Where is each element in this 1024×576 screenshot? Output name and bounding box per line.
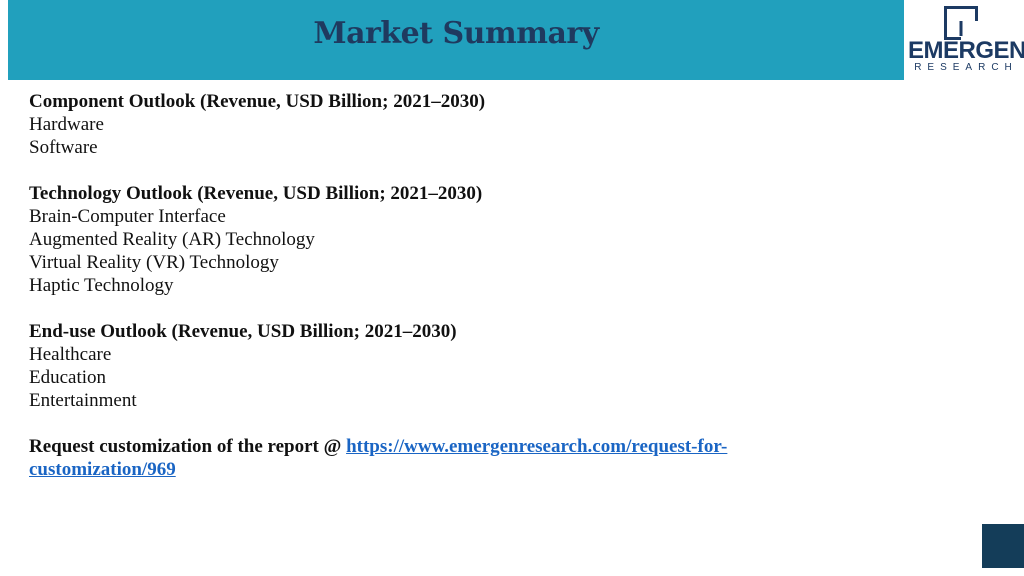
section-heading: Technology Outlook (Revenue, USD Billion… [29, 183, 483, 204]
section-heading: Component Outlook (Revenue, USD Billion;… [29, 91, 486, 112]
emergen-research-logo: EMERGEN RESEARCH [904, 0, 1024, 80]
list-item: Brain-Computer Interface [29, 206, 226, 227]
end-use-outlook-section: End-use Outlook (Revenue, USD Billion; 2… [29, 320, 929, 412]
logo-subtitle: RESEARCH [914, 62, 1018, 73]
list-item: Augmented Reality (AR) Technology [29, 229, 315, 250]
list-item: Virtual Reality (VR) Technology [29, 252, 279, 273]
list-item: Entertainment [29, 390, 137, 411]
technology-outlook-section: Technology Outlook (Revenue, USD Billion… [29, 182, 929, 297]
customization-request: Request customization of the report @ ht… [29, 435, 829, 481]
list-item: Software [29, 137, 98, 158]
list-item: Healthcare [29, 344, 112, 365]
list-item: Haptic Technology [29, 275, 174, 296]
logo-square-icon [944, 6, 978, 40]
list-item: Education [29, 367, 107, 388]
component-outlook-section: Component Outlook (Revenue, USD Billion;… [29, 90, 929, 159]
request-label: Request customization of the report @ [29, 436, 347, 457]
section-heading: End-use Outlook (Revenue, USD Billion; 2… [29, 321, 457, 342]
list-item: Hardware [29, 114, 104, 135]
corner-square [982, 524, 1024, 568]
logo-wordmark: EMERGEN [908, 37, 1024, 64]
summary-content: Component Outlook (Revenue, USD Billion;… [29, 90, 929, 481]
page-title: Market Summary [313, 16, 599, 51]
